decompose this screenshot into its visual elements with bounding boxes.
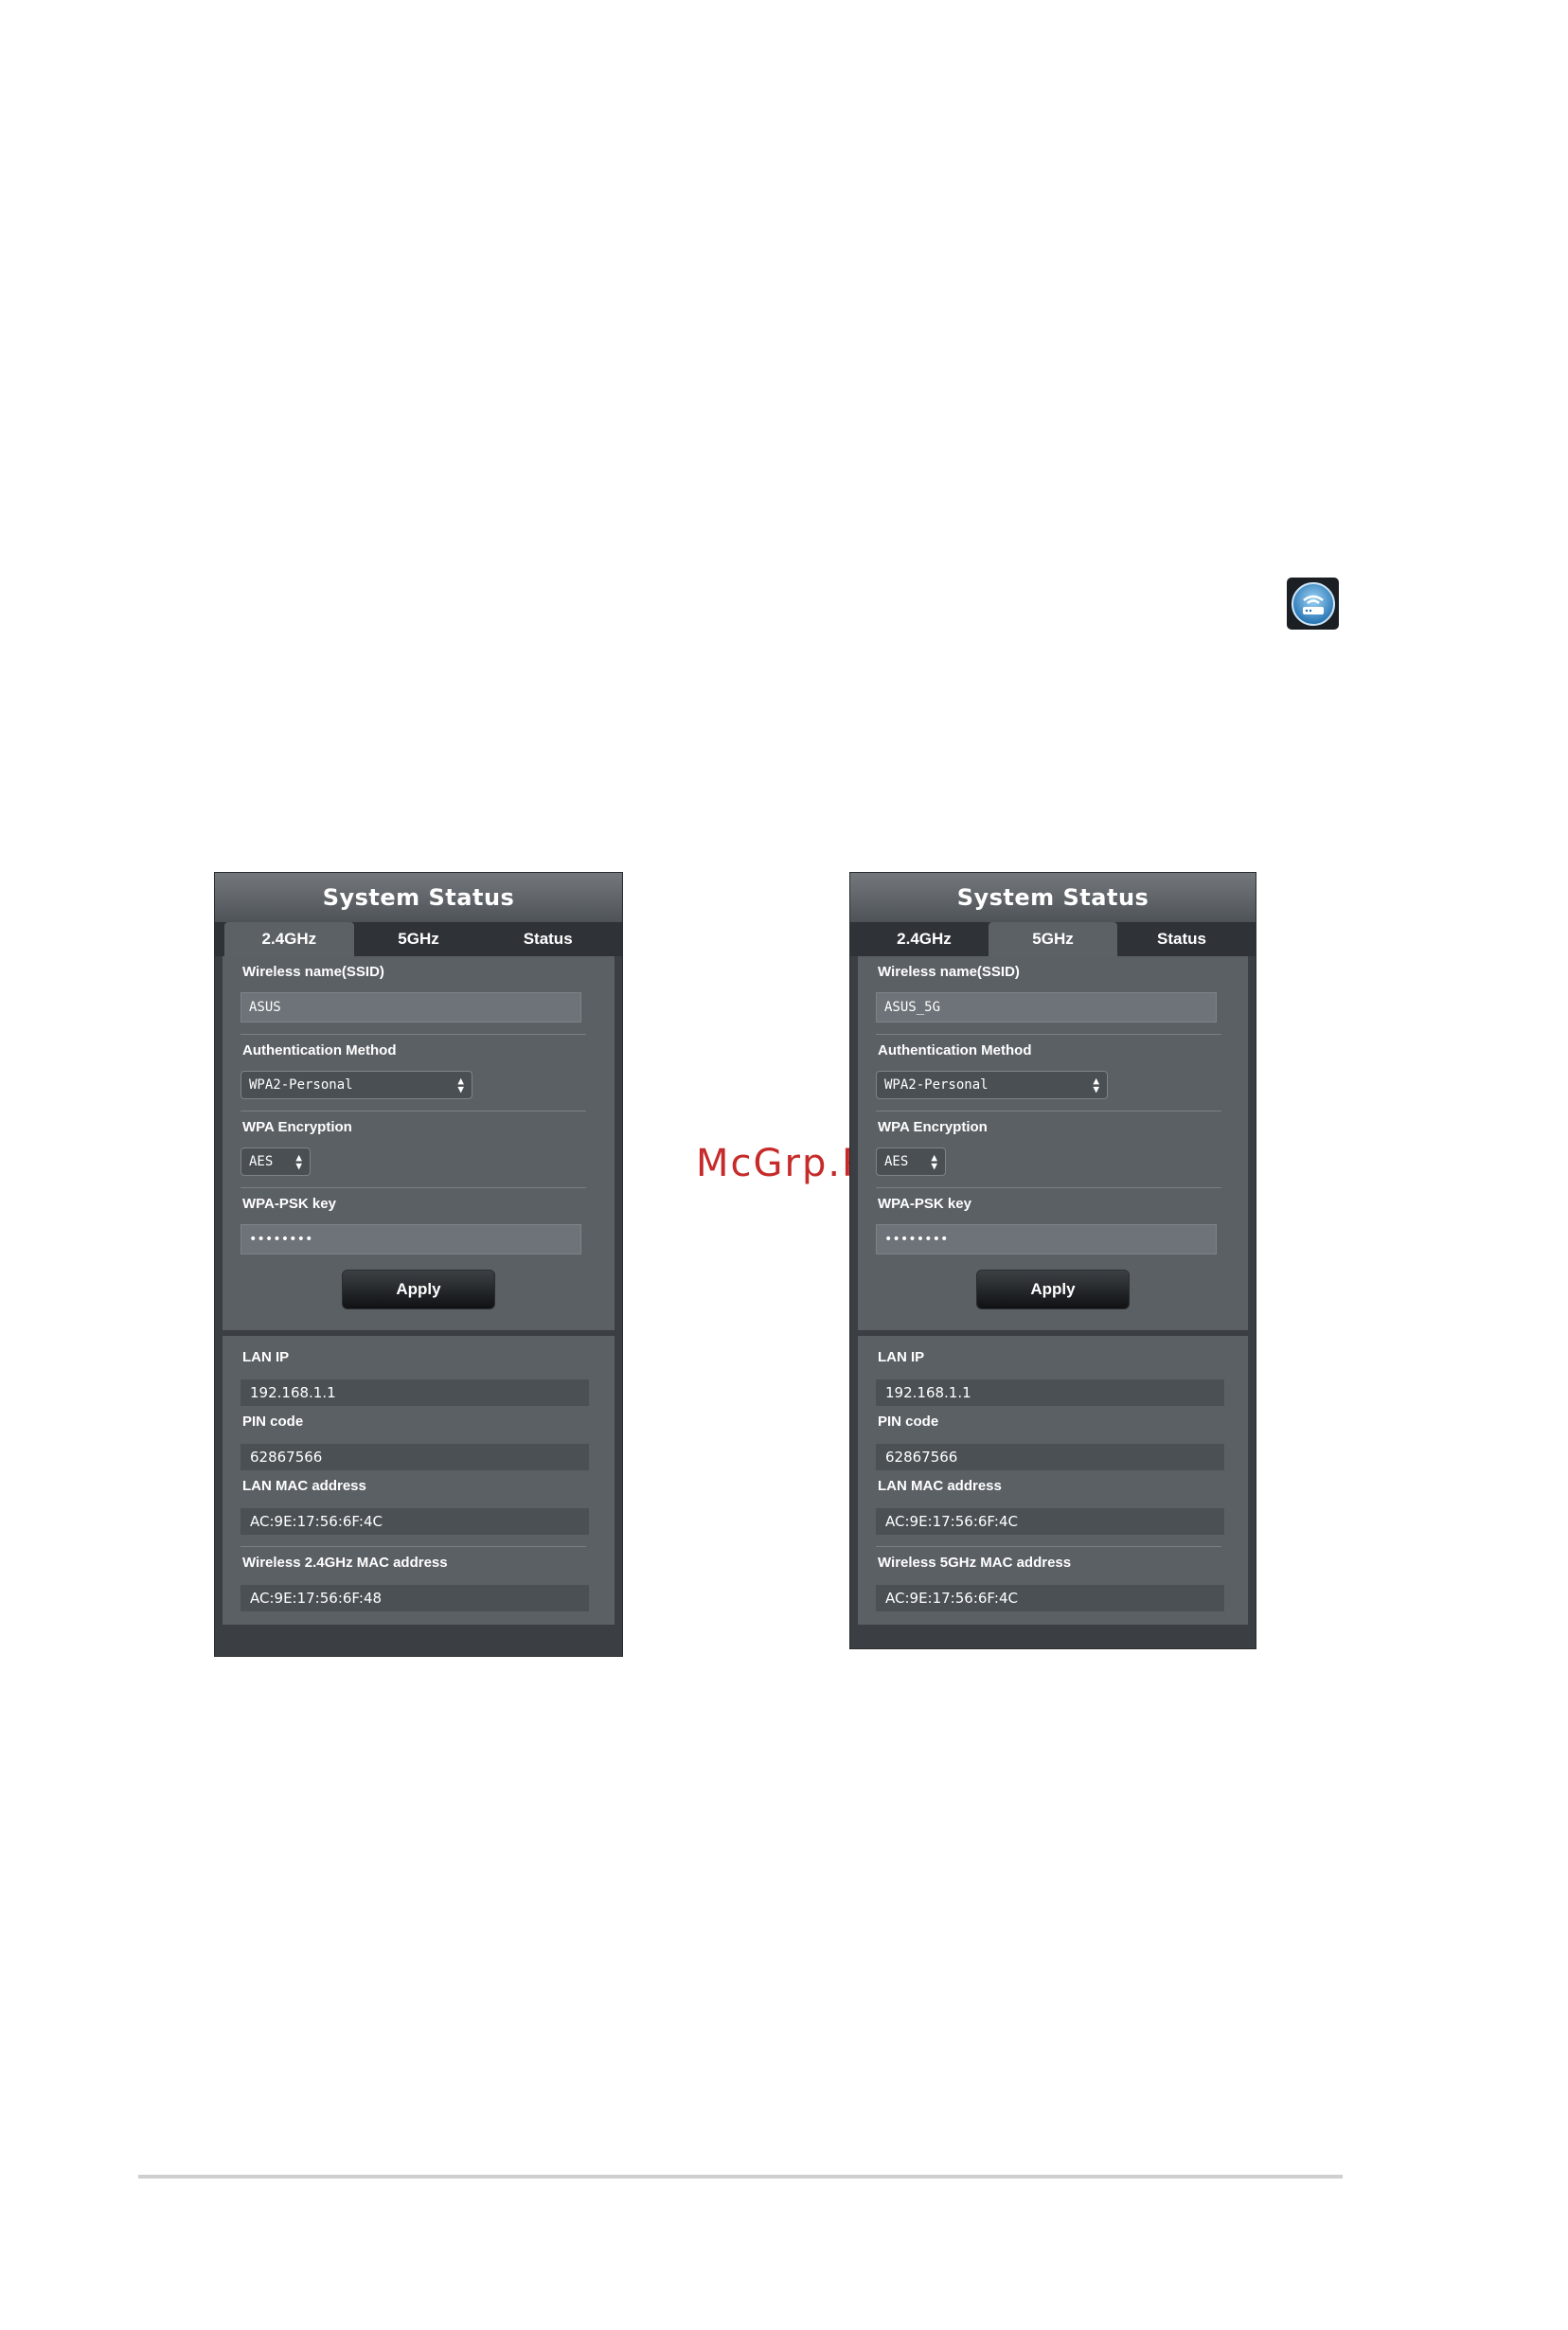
system-status-panel-2-4ghz: System Status 2.4GHz 5GHz Status Wireles… [214,872,623,1657]
auth-method-value: WPA2-Personal [884,1077,989,1093]
wpa-encryption-value: AES [884,1154,909,1169]
select-arrows-icon: ▲ ▼ [295,1151,302,1172]
panel-title: System Status [850,873,1256,922]
tab-5ghz[interactable]: 5GHz [989,922,1117,956]
auth-method-select[interactable]: WPA2-Personal ▲ ▼ [241,1071,472,1099]
apply-button[interactable]: Apply [342,1270,495,1309]
wpa-psk-key-input[interactable]: •••••••• [241,1224,581,1254]
ssid-label: Wireless name(SSID) [242,964,384,980]
wpa-encryption-label: WPA Encryption [878,1119,988,1135]
apply-button[interactable]: Apply [976,1270,1130,1309]
tab-2-4ghz[interactable]: 2.4GHz [224,922,354,956]
lan-mac-value: AC:9E:17:56:6F:4C [876,1508,1224,1535]
wireless-mac-label: Wireless 5GHz MAC address [878,1555,1072,1571]
ssid-input[interactable]: ASUS [241,992,581,1023]
ssid-input[interactable]: ASUS_5G [876,992,1217,1023]
lan-ip-value: 192.168.1.1 [241,1379,589,1406]
lan-ip-label: LAN IP [242,1349,290,1365]
lan-mac-label: LAN MAC address [878,1478,1002,1494]
select-arrows-icon: ▲ ▼ [1093,1075,1099,1095]
auth-method-label: Authentication Method [242,1042,397,1058]
tab-5ghz[interactable]: 5GHz [354,922,484,956]
tab-bar: 2.4GHz 5GHz Status [215,922,622,956]
wireless-mac-value: AC:9E:17:56:6F:4C [876,1585,1224,1611]
auth-method-label: Authentication Method [878,1042,1032,1058]
pin-code-label: PIN code [242,1414,304,1430]
wireless-settings-section: Wireless name(SSID) ASUS_5G Authenticati… [858,956,1248,1330]
wpa-encryption-value: AES [249,1154,274,1169]
wpa-psk-key-input[interactable]: •••••••• [876,1224,1217,1254]
pin-code-value: 62867566 [876,1444,1224,1470]
wireless-settings-section: Wireless name(SSID) ASUS Authentication … [223,956,615,1330]
tab-status[interactable]: Status [1117,922,1246,956]
router-icon[interactable] [1287,578,1339,630]
select-arrows-icon: ▲ ▼ [931,1151,937,1172]
status-info-section: LAN IP 192.168.1.1 PIN code 62867566 LAN… [223,1336,615,1625]
auth-method-select[interactable]: WPA2-Personal ▲ ▼ [876,1071,1108,1099]
lan-mac-value: AC:9E:17:56:6F:4C [241,1508,589,1535]
wpa-encryption-select[interactable]: AES ▲ ▼ [876,1147,946,1176]
lan-mac-label: LAN MAC address [242,1478,366,1494]
wpa-encryption-select[interactable]: AES ▲ ▼ [241,1147,311,1176]
wpa-encryption-label: WPA Encryption [242,1119,352,1135]
tab-2-4ghz[interactable]: 2.4GHz [860,922,989,956]
footer-divider [138,2175,1343,2179]
wireless-mac-label: Wireless 2.4GHz MAC address [242,1555,448,1571]
auth-method-value: WPA2-Personal [249,1077,353,1093]
tab-bar: 2.4GHz 5GHz Status [850,922,1256,956]
router-glyph-icon [1291,581,1335,626]
status-info-section: LAN IP 192.168.1.1 PIN code 62867566 LAN… [858,1336,1248,1625]
lan-ip-value: 192.168.1.1 [876,1379,1224,1406]
tab-status[interactable]: Status [483,922,613,956]
panel-title: System Status [215,873,622,922]
system-status-panel-5ghz: System Status 2.4GHz 5GHz Status Wireles… [849,872,1256,1649]
wpa-psk-key-label: WPA-PSK key [242,1196,336,1212]
lan-ip-label: LAN IP [878,1349,925,1365]
select-arrows-icon: ▲ ▼ [457,1075,464,1095]
pin-code-value: 62867566 [241,1444,589,1470]
ssid-label: Wireless name(SSID) [878,964,1020,980]
wpa-psk-key-label: WPA-PSK key [878,1196,971,1212]
wireless-mac-value: AC:9E:17:56:6F:48 [241,1585,589,1611]
pin-code-label: PIN code [878,1414,939,1430]
